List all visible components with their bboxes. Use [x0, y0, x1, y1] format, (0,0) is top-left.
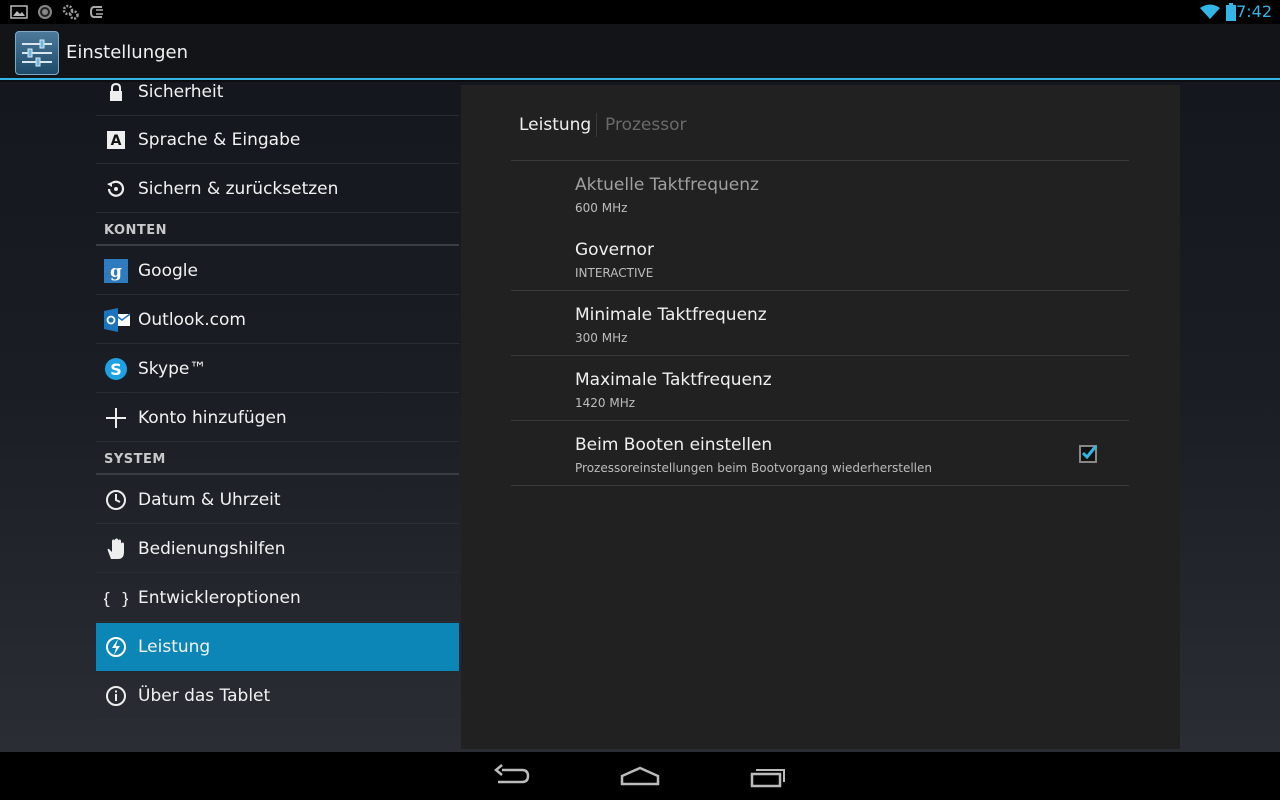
cyanogen-icon — [89, 6, 103, 18]
pref-max-frequency[interactable]: Maximale Taktfrequenz 1420 MHz — [511, 356, 1129, 421]
set-on-boot-checkbox[interactable] — [1079, 445, 1098, 463]
pref-title: Aktuelle Taktfrequenz — [575, 175, 759, 195]
pref-title: Maximale Taktfrequenz — [575, 370, 772, 390]
info-icon — [106, 686, 126, 706]
section-header-system: SYSTEM — [96, 443, 459, 475]
pref-title: Governor — [575, 240, 654, 260]
section-header-accounts: KONTEN — [96, 214, 459, 246]
sidebar-item-label: Sichern & zurücksetzen — [138, 179, 339, 199]
page-title: Einstellungen — [66, 42, 189, 63]
skype-icon: S — [105, 358, 127, 380]
pref-summary: 1420 MHz — [575, 396, 636, 410]
back-icon[interactable] — [488, 762, 536, 792]
sidebar-item-label: Google — [138, 261, 198, 281]
sidebar-item-label: Über das Tablet — [138, 686, 271, 706]
sidebar-item-label: Konto hinzufügen — [138, 408, 287, 428]
sidebar-item-outlook[interactable]: Outlook.com — [96, 296, 459, 344]
detail-panel: Leistung Prozessor Aktuelle Taktfrequenz… — [461, 85, 1180, 749]
sidebar-item-google[interactable]: g Google — [96, 247, 459, 295]
wifi-icon — [1200, 4, 1220, 19]
status-bar: 7:42 — [0, 0, 1280, 24]
sidebar-item-label: Sicherheit — [138, 82, 224, 102]
pref-current-frequency: Aktuelle Taktfrequenz 600 MHz — [511, 161, 1129, 226]
svg-text:S: S — [110, 360, 122, 379]
outlook-icon — [104, 308, 130, 332]
navigation-bar — [0, 752, 1280, 800]
pref-governor[interactable]: Governor INTERACTIVE — [511, 226, 1129, 291]
picture-icon — [10, 5, 28, 19]
battery-icon — [1226, 3, 1236, 21]
pref-summary: 600 MHz — [575, 201, 628, 215]
sidebar-item-accessibility[interactable]: Bedienungshilfen — [96, 525, 459, 573]
tab-prozessor[interactable]: Prozessor — [605, 115, 686, 135]
svg-text:g: g — [110, 262, 122, 282]
sidebar-item-label: Leistung — [138, 637, 211, 657]
restore-icon — [107, 180, 125, 197]
sidebar-item-backup[interactable]: Sichern & zurücksetzen — [96, 165, 459, 213]
checkmark-icon — [1081, 445, 1098, 460]
sidebar-item-label: Bedienungshilfen — [138, 539, 286, 559]
pref-summary: Prozessoreinstellungen beim Bootvorgang … — [575, 461, 932, 475]
sidebar-item-label: Outlook.com — [138, 310, 246, 330]
braces-icon: { } — [104, 589, 128, 608]
sidebar-item-label: Sprache & Eingabe — [138, 130, 301, 150]
sidebar-item-label: Entwickleroptionen — [138, 588, 301, 608]
svg-text:A: A — [111, 133, 122, 149]
sidebar-item-skype[interactable]: S Skype™ — [96, 345, 459, 393]
svg-text:{ }: { } — [104, 589, 128, 608]
action-bar: Einstellungen — [0, 24, 1280, 80]
recents-icon[interactable] — [744, 762, 792, 792]
sidebar-item-label: Skype™ — [138, 359, 207, 379]
pref-title: Minimale Taktfrequenz — [575, 305, 767, 325]
sync-icon — [38, 5, 52, 19]
sidebar-item-developer[interactable]: { } Entwickleroptionen — [96, 574, 459, 622]
settings-sliders-icon[interactable] — [15, 31, 59, 75]
plus-icon — [106, 408, 126, 428]
sidebar-item-date-time[interactable]: Datum & Uhrzeit — [96, 476, 459, 524]
sidebar-item-label: Datum & Uhrzeit — [138, 490, 281, 510]
sidebar-item-add-account[interactable]: Konto hinzufügen — [96, 394, 459, 442]
google-icon: g — [104, 259, 128, 283]
cogs-icon — [62, 4, 79, 20]
performance-icon — [106, 637, 126, 657]
sidebar-item-security[interactable]: Sicherheit — [96, 82, 459, 116]
clock-icon — [106, 490, 126, 510]
pref-set-on-boot[interactable]: Beim Booten einstellen Prozessoreinstell… — [511, 421, 1129, 486]
sidebar-item-about[interactable]: Über das Tablet — [96, 672, 459, 720]
keyboard-a-icon: A — [107, 131, 125, 149]
clock-time: 7:42 — [1236, 2, 1272, 21]
home-icon[interactable] — [616, 762, 664, 792]
divider — [511, 485, 1129, 486]
lock-icon — [110, 82, 122, 101]
pref-min-frequency[interactable]: Minimale Taktfrequenz 300 MHz — [511, 291, 1129, 356]
hand-icon — [107, 538, 124, 559]
tab-divider — [596, 113, 597, 137]
sidebar-item-performance[interactable]: Leistung — [96, 623, 459, 671]
pref-title: Beim Booten einstellen — [575, 435, 773, 455]
settings-sidebar: Sicherheit A Sprache & Eingabe Sichern &… — [96, 82, 459, 752]
pref-summary: INTERACTIVE — [575, 266, 654, 280]
pref-summary: 300 MHz — [575, 331, 628, 345]
tab-leistung[interactable]: Leistung — [519, 115, 591, 135]
sidebar-item-language[interactable]: A Sprache & Eingabe — [96, 116, 459, 164]
